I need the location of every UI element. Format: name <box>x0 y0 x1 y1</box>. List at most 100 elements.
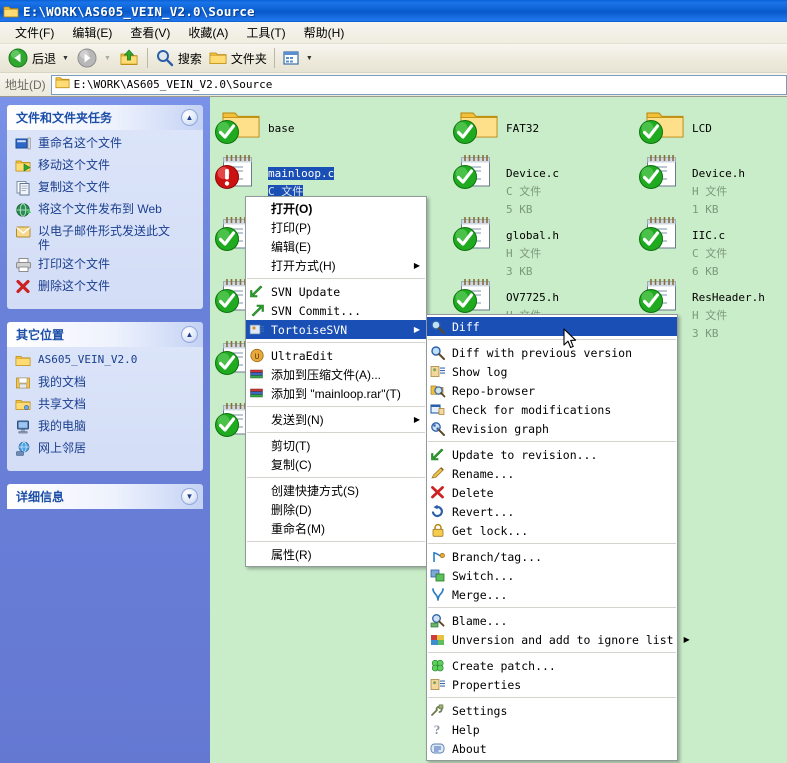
menu-item-settings[interactable]: Settings <box>427 701 677 720</box>
menu-item-添加到压缩文件-a[interactable]: 添加到压缩文件(A)... <box>246 365 426 384</box>
menu-item-merge[interactable]: Merge... <box>427 585 677 604</box>
file-item[interactable]: IIC.c C 文件 6 KB <box>638 214 727 280</box>
chevron-up-icon[interactable]: ▲ <box>181 326 198 343</box>
c-file-icon <box>638 214 686 258</box>
menu-item-properties[interactable]: Properties <box>427 675 677 694</box>
sidebar-task-rename[interactable]: 重命名这个文件 <box>15 136 197 153</box>
menu-item-打印-p[interactable]: 打印(P) <box>246 218 426 237</box>
menu-item-create-patch[interactable]: Create patch... <box>427 656 677 675</box>
up-button[interactable] <box>115 46 143 70</box>
menu-edit[interactable]: 编辑(E) <box>63 22 121 43</box>
sidebar-task-delete[interactable]: 删除这个文件 <box>15 279 197 296</box>
menu-item-svn-update[interactable]: SVN Update <box>246 282 426 301</box>
menu-item-branch-tag[interactable]: Branch/tag... <box>427 547 677 566</box>
menu-item-rename[interactable]: Rename... <box>427 464 677 483</box>
file-context-menu[interactable]: 打开(O) 打印(P) 编辑(E) 打开方式(H) ▶ SVN Update SVN Com… <box>245 196 427 567</box>
panel-file-folder-tasks: 文件和文件夹任务 ▲ 重命名这个文件 移动这个文件 复制这个文件 将这个文件发布… <box>7 105 203 309</box>
sidebar-task-move[interactable]: 移动这个文件 <box>15 158 197 175</box>
repo-browser-icon <box>430 383 448 399</box>
menu-item-创建快捷方式-s[interactable]: 创建快捷方式(S) <box>246 481 426 500</box>
panel-header[interactable]: 其它位置 ▲ <box>7 322 203 347</box>
file-item[interactable]: global.h H 文件 3 KB <box>452 214 559 280</box>
file-item[interactable]: Device.h H 文件 1 KB <box>638 152 745 218</box>
menu-item-删除-d[interactable]: 删除(D) <box>246 500 426 519</box>
no-icon <box>249 521 267 537</box>
folders-button[interactable]: 文件夹 <box>205 46 270 70</box>
forward-dropdown-icon: ▼ <box>103 54 111 62</box>
sidebar-place-my-computer[interactable]: 我的电脑 <box>15 419 197 436</box>
sidebar-place-network[interactable]: 网上邻居 <box>15 441 197 458</box>
menu-item-打开方式-h[interactable]: 打开方式(H) ▶ <box>246 256 426 275</box>
menu-item-unversion-and-add-to-ignore-list[interactable]: Unversion and add to ignore list ▶ <box>427 630 690 649</box>
sidebar-task-print[interactable]: 打印这个文件 <box>15 257 197 274</box>
address-input[interactable]: E:\WORK\AS605_VEIN_V2.0\Source <box>50 74 787 95</box>
menu-file[interactable]: 文件(F) <box>6 22 63 43</box>
menu-item-check-for-modifications[interactable]: Check for modifications <box>427 400 677 419</box>
menu-item-diff-with-previous-version[interactable]: Diff with previous version <box>427 343 677 362</box>
panel-header[interactable]: 文件和文件夹任务 ▲ <box>7 105 203 130</box>
sidebar-place-as605[interactable]: AS605_VEIN_V2.0 <box>15 353 197 370</box>
forward-button[interactable] <box>73 46 101 70</box>
create-patch-icon <box>430 658 448 674</box>
menu-item-delete[interactable]: Delete <box>427 483 677 502</box>
menu-item-编辑-e[interactable]: 编辑(E) <box>246 237 426 256</box>
menu-item-get-lock[interactable]: Get lock... <box>427 521 677 540</box>
menu-item-重命名-m[interactable]: 重命名(M) <box>246 519 426 538</box>
menu-item-diff[interactable]: Diff <box>427 317 677 336</box>
menu-separator <box>247 278 425 279</box>
sidebar-place-shared-documents[interactable]: 共享文档 <box>15 397 197 414</box>
folder-icon <box>55 75 70 94</box>
menu-favorites[interactable]: 收藏(A) <box>179 22 237 43</box>
menu-item-属性-r[interactable]: 属性(R) <box>246 545 426 564</box>
no-icon <box>249 412 267 428</box>
menu-item-show-log[interactable]: Show log <box>427 362 677 381</box>
menu-item-label: 编辑(E) <box>271 240 311 254</box>
tortoisesvn-submenu[interactable]: Diff Diff with previous version Show log Re… <box>426 314 690 761</box>
menu-item-svn-commit[interactable]: SVN Commit... <box>246 301 426 320</box>
chevron-up-icon[interactable]: ▲ <box>181 109 198 126</box>
menu-item-复制-c[interactable]: 复制(C) <box>246 455 426 474</box>
help-icon: ? <box>430 722 448 738</box>
file-item[interactable]: FAT32 <box>452 107 539 151</box>
sidebar-task-copy[interactable]: 复制这个文件 <box>15 180 197 197</box>
menu-item-ultraedit[interactable]: U UltraEdit <box>246 346 426 365</box>
menu-item-repo-browser[interactable]: Repo-browser <box>427 381 677 400</box>
menu-help[interactable]: 帮助(H) <box>295 22 354 43</box>
ultraedit-icon: U <box>249 348 267 364</box>
menu-item-about[interactable]: About <box>427 739 677 758</box>
search-button[interactable]: 搜索 <box>152 46 205 70</box>
file-item[interactable]: Device.c C 文件 5 KB <box>452 152 559 218</box>
publish-web-icon <box>15 202 33 219</box>
sidebar-task-email[interactable]: 以电子邮件形式发送此文件 <box>15 224 197 252</box>
menu-item-添加到-mainloop-rar-t[interactable]: 添加到 "mainloop.rar"(T) <box>246 384 426 403</box>
menu-item-revision-graph[interactable]: Revision graph <box>427 419 677 438</box>
file-type: H 文件 <box>692 309 728 322</box>
menu-item-打开-o[interactable]: 打开(O) <box>246 199 426 218</box>
menu-tools[interactable]: 工具(T) <box>237 22 294 43</box>
sidebar-place-my-documents[interactable]: 我的文档 <box>15 375 197 392</box>
file-item[interactable]: base <box>214 107 295 151</box>
sidebar-task-publish-web[interactable]: 将这个文件发布到 Web <box>15 202 197 219</box>
menu-item-switch[interactable]: Switch... <box>427 566 677 585</box>
back-dropdown-icon[interactable]: ▼ <box>62 55 69 62</box>
views-dropdown-icon[interactable]: ▼ <box>306 55 313 62</box>
menu-view[interactable]: 查看(V) <box>121 22 179 43</box>
menu-item-label: Get lock... <box>452 523 529 538</box>
menu-separator <box>428 697 676 698</box>
back-button[interactable]: 后退 <box>4 46 59 70</box>
menu-item-剪切-t[interactable]: 剪切(T) <box>246 436 426 455</box>
menu-item-revert[interactable]: Revert... <box>427 502 677 521</box>
sidebar-task-label: 打印这个文件 <box>38 257 111 271</box>
views-button[interactable] <box>279 46 303 70</box>
chevron-down-icon[interactable]: ▼ <box>181 488 198 505</box>
file-item-text: LCD <box>692 107 712 137</box>
menu-item-发送到-n[interactable]: 发送到(N) ▶ <box>246 410 426 429</box>
menu-item-tortoisesvn[interactable]: TortoiseSVN ▶ <box>246 320 426 339</box>
file-item[interactable]: LCD <box>638 107 712 151</box>
sidebar-task-label: 删除这个文件 <box>38 279 111 293</box>
file-size: 3 KB <box>692 327 719 340</box>
menu-item-blame[interactable]: Blame... <box>427 611 677 630</box>
panel-header[interactable]: 详细信息 ▼ <box>7 484 203 509</box>
menu-item-help[interactable]: ? Help <box>427 720 677 739</box>
menu-item-update-to-revision[interactable]: Update to revision... <box>427 445 677 464</box>
